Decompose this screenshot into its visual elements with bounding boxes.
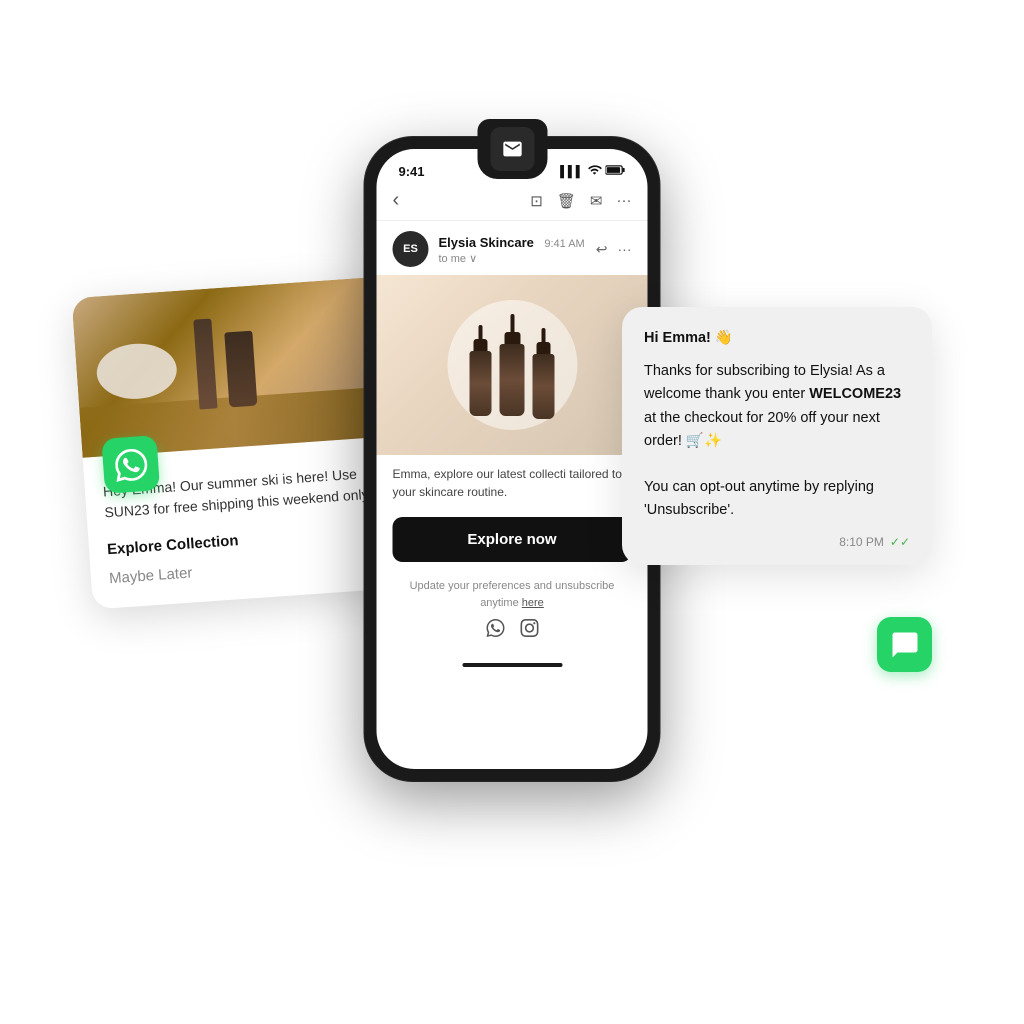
- serum-bottle-2: [500, 314, 525, 416]
- reply-icon[interactable]: ↩: [596, 241, 608, 258]
- sms-time: 8:10 PM: [839, 535, 884, 549]
- sms-text: Hi Emma! 👋 Thanks for subscribing to Ely…: [644, 327, 910, 523]
- unsubscribe-link[interactable]: here: [522, 597, 544, 609]
- sms-check-icon: ✓✓: [890, 535, 910, 549]
- scene: Hey Emma! Our summer ski is here! Use SU…: [62, 87, 962, 937]
- status-icons: ▌▌▌: [560, 163, 625, 180]
- sender-name: Elysia Skincare: [439, 235, 534, 250]
- email-sender-row: ES Elysia Skincare 9:41 AM to me ∨ ↩ ···: [377, 221, 648, 275]
- whatsapp-icon-badge: [101, 435, 160, 494]
- whatsapp-footer-icon: [486, 619, 504, 645]
- email-toolbar-icons: ⊡ 🗑 ✉ ···: [530, 192, 631, 210]
- phone-outer: 9:41 ▌▌▌ ‹ ⊡: [365, 137, 660, 781]
- battery-icon: [606, 164, 626, 179]
- sender-to-label: to me ∨: [439, 252, 586, 265]
- email-footer: Update your preferences and unsubscribe …: [377, 572, 648, 651]
- serum-bottle-3: [533, 328, 555, 419]
- home-indicator: [377, 651, 648, 679]
- footer-text: Update your preferences and unsubscribe …: [410, 580, 615, 609]
- sender-info: Elysia Skincare 9:41 AM to me ∨: [439, 234, 586, 265]
- wifi-icon: [588, 163, 602, 180]
- more-email-icon[interactable]: ···: [618, 241, 632, 258]
- sms-message: Thanks for subscribing to Elysia! As a w…: [644, 360, 910, 522]
- email-nav-bar: ‹ ⊡ 🗑 ✉ ···: [377, 185, 648, 221]
- back-arrow-icon[interactable]: ‹: [393, 189, 400, 212]
- sender-avatar: ES: [393, 231, 429, 267]
- more-icon[interactable]: ···: [617, 192, 632, 210]
- whatsapp-card-image: [71, 277, 391, 458]
- sender-time: 9:41 AM: [544, 238, 584, 250]
- home-bar: [462, 663, 562, 667]
- phone-mockup: 9:41 ▌▌▌ ‹ ⊡: [365, 137, 660, 781]
- signal-icon: ▌▌▌: [560, 166, 583, 178]
- label-icon[interactable]: ✉: [590, 192, 603, 210]
- email-body-text: Emma, explore our latest collecti tailor…: [377, 455, 648, 509]
- phone-screen: 9:41 ▌▌▌ ‹ ⊡: [377, 149, 648, 769]
- whatsapp-notification-card: Hey Emma! Our summer ski is here! Use SU…: [71, 277, 402, 610]
- explore-now-button[interactable]: Explore now: [393, 517, 632, 562]
- mail-icon-badge: [490, 127, 534, 171]
- sms-footer: 8:10 PM ✓✓: [644, 535, 910, 549]
- status-time: 9:41: [399, 164, 425, 179]
- whatsapp-explore-btn[interactable]: Explore Collection: [107, 522, 382, 558]
- sms-greeting: Hi Emma! 👋: [644, 327, 910, 350]
- serum-bottle-1: [470, 325, 492, 416]
- email-reply-icons: ↩ ···: [596, 241, 632, 258]
- messages-icon-badge: [877, 617, 932, 672]
- whatsapp-maybe-later[interactable]: Maybe Later: [109, 564, 193, 587]
- sms-bubble-card: Hi Emma! 👋 Thanks for subscribing to Ely…: [622, 307, 932, 565]
- email-product-image: [377, 275, 648, 455]
- instagram-footer-icon: [520, 619, 538, 645]
- sender-name-row: Elysia Skincare 9:41 AM: [439, 234, 586, 252]
- archive-icon[interactable]: ⊡: [530, 192, 543, 210]
- email-footer-social-icons: [393, 619, 632, 645]
- phone-notch: [477, 119, 547, 179]
- delete-icon[interactable]: 🗑: [557, 192, 576, 210]
